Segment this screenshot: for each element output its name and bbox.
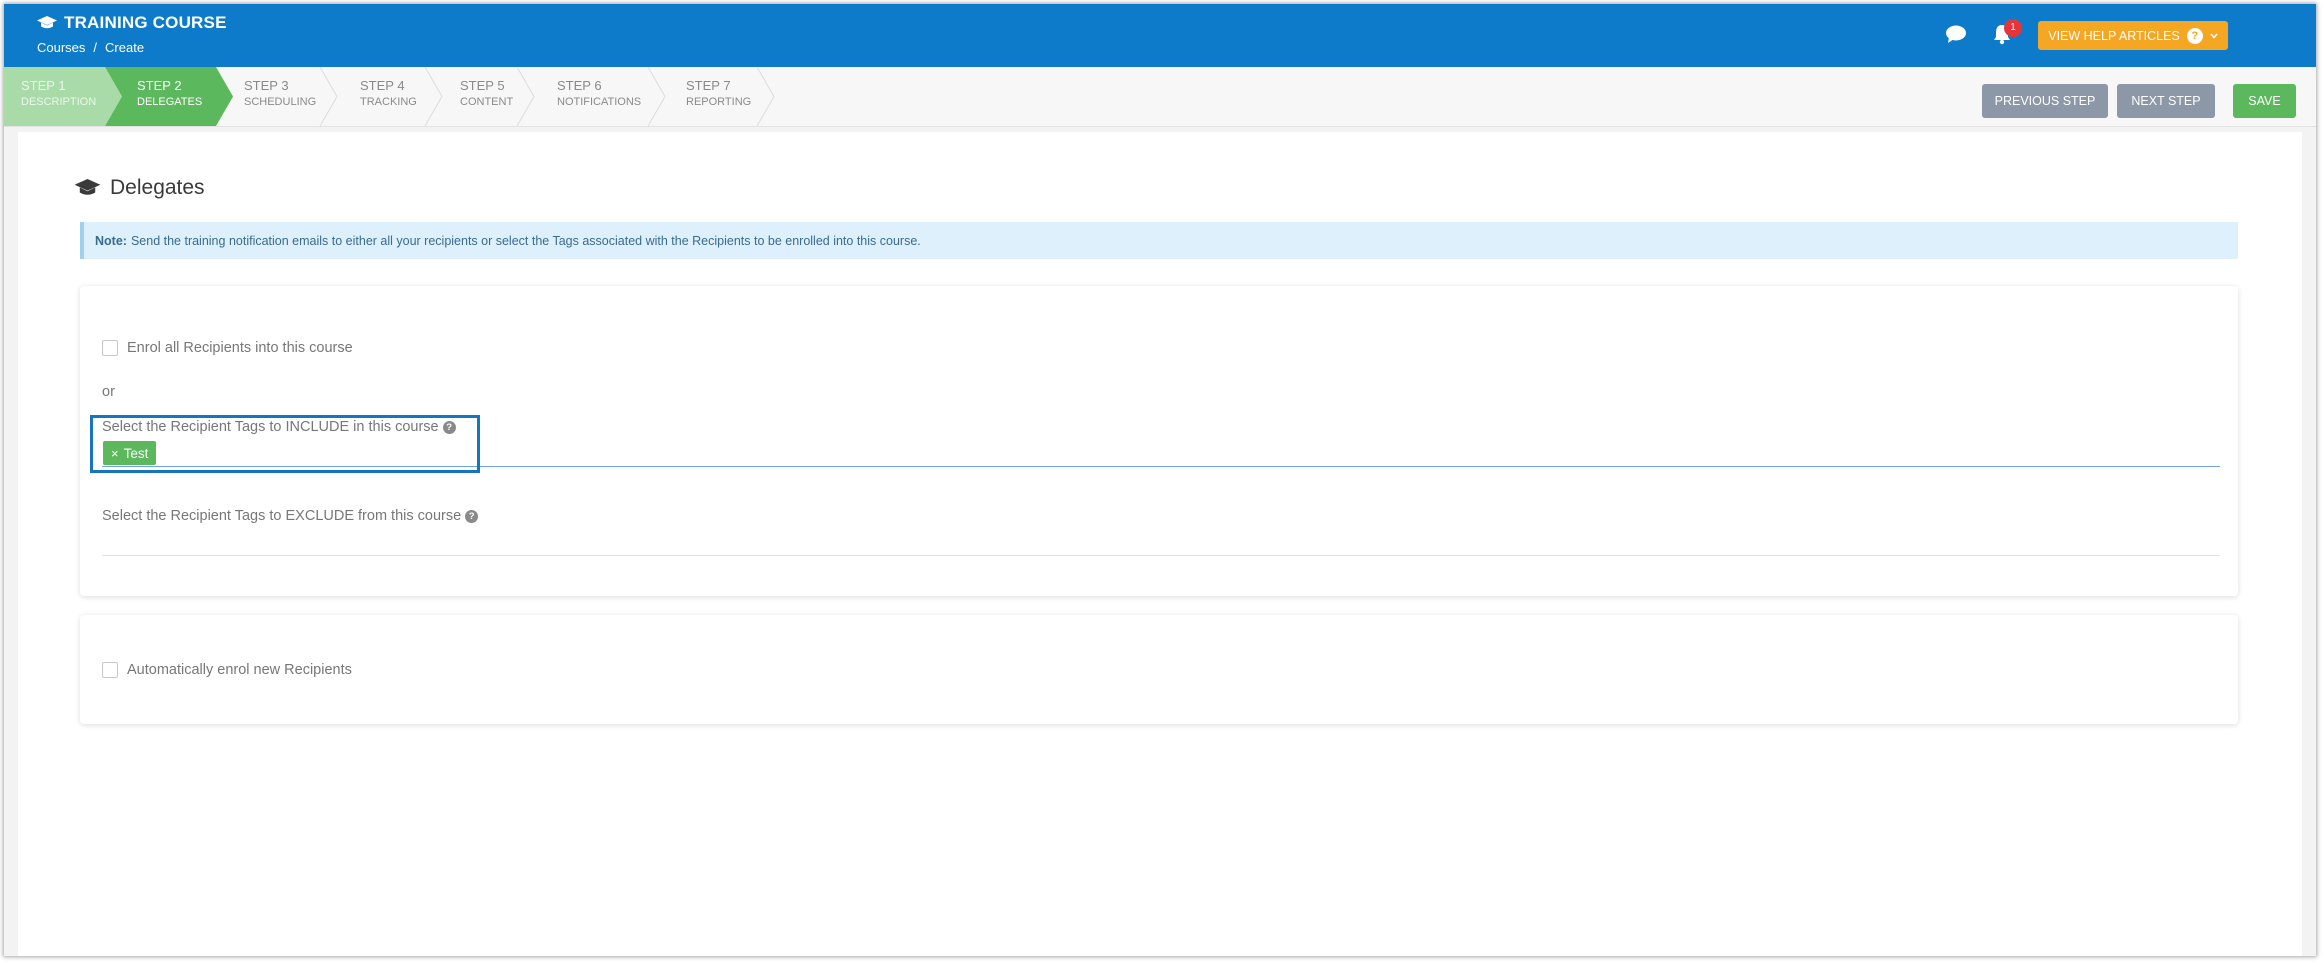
- step-number: STEP 3: [244, 78, 289, 93]
- step-6-notifications[interactable]: STEP 6 NOTIFICATIONS: [557, 77, 641, 111]
- graduation-cap-icon: [37, 16, 57, 29]
- auto-enrol-row[interactable]: Automatically enrol new Recipients: [102, 662, 352, 678]
- step-4-tracking[interactable]: STEP 4 TRACKING: [360, 77, 417, 111]
- step-number: STEP 4: [360, 78, 405, 93]
- step-label: DELEGATES: [137, 96, 203, 108]
- include-tags-label-row: Select the Recipient Tags to INCLUDE in …: [102, 419, 456, 435]
- tag-label: Test: [123, 445, 149, 461]
- graduation-cap-icon: [74, 179, 101, 195]
- enrol-all-checkbox[interactable]: [102, 340, 118, 356]
- exclude-tags-label: Select the Recipient Tags to EXCLUDE fro…: [102, 508, 462, 524]
- steps-bar: STEP 1 DESCRIPTION STEP 2 DELEGATES STEP…: [4, 67, 2316, 127]
- help-question-icon[interactable]: ?: [465, 509, 479, 523]
- step-1-description[interactable]: STEP 1 DESCRIPTION: [21, 77, 96, 111]
- enrol-all-label: Enrol all Recipients into this course: [127, 340, 353, 356]
- help-button-label: VIEW HELP ARTICLES: [2048, 28, 2180, 43]
- save-button[interactable]: SAVE: [2233, 84, 2296, 118]
- note-text: Send the training notification emails to…: [130, 233, 921, 248]
- step-label: NOTIFICATIONS: [557, 96, 642, 108]
- exclude-tags-label-row: Select the Recipient Tags to EXCLUDE fro…: [102, 508, 479, 524]
- step-7-reporting[interactable]: STEP 7 REPORTING: [686, 77, 751, 111]
- note-label: Note:: [95, 233, 127, 248]
- page-title-row: TRAINING COURSE: [37, 13, 227, 33]
- enrol-all-row[interactable]: Enrol all Recipients into this course: [102, 340, 353, 356]
- view-help-articles-button[interactable]: VIEW HELP ARTICLES ?: [2038, 21, 2228, 50]
- app-window: TRAINING COURSE Courses / Create 1 VIEW …: [4, 4, 2316, 956]
- exclude-tags-input[interactable]: [102, 555, 2220, 556]
- step-number: STEP 1: [21, 78, 66, 93]
- step-number: STEP 2: [137, 78, 182, 93]
- step-number: STEP 5: [460, 78, 505, 93]
- step-2-delegates[interactable]: STEP 2 DELEGATES: [137, 77, 202, 111]
- step-5-content[interactable]: STEP 5 CONTENT: [460, 77, 513, 111]
- chat-icon[interactable]: [1945, 24, 1967, 44]
- or-separator: or: [102, 384, 115, 400]
- page-title: TRAINING COURSE: [64, 13, 227, 32]
- step-3-scheduling[interactable]: STEP 3 SCHEDULING: [244, 77, 316, 111]
- step-label: SCHEDULING: [244, 96, 317, 108]
- main-content: Delegates Note: Send the training notifi…: [18, 132, 2302, 956]
- step-label: CONTENT: [460, 96, 514, 108]
- section-header: Delegates: [74, 176, 205, 200]
- notification-badge: 1: [2004, 19, 2022, 37]
- chevron-down-icon: [2210, 33, 2218, 39]
- include-tags-label: Select the Recipient Tags to INCLUDE in …: [102, 419, 439, 435]
- section-title: Delegates: [110, 176, 205, 199]
- question-icon: ?: [2186, 27, 2203, 44]
- breadcrumb: Courses / Create: [37, 40, 144, 55]
- step-label: DESCRIPTION: [21, 96, 97, 108]
- auto-enrol-panel: Automatically enrol new Recipients: [80, 615, 2238, 724]
- next-step-button[interactable]: NEXT STEP: [2117, 84, 2215, 118]
- help-question-icon[interactable]: ?: [442, 420, 456, 434]
- step-number: STEP 6: [557, 78, 602, 93]
- include-tag-chip[interactable]: × Test: [103, 441, 157, 465]
- auto-enrol-label: Automatically enrol new Recipients: [127, 662, 352, 678]
- auto-enrol-checkbox[interactable]: [102, 662, 118, 678]
- breadcrumb-courses-link[interactable]: Courses: [37, 40, 85, 55]
- step-number: STEP 7: [686, 78, 731, 93]
- recipient-selection-panel: Enrol all Recipients into this course or…: [80, 286, 2238, 596]
- step-label: TRACKING: [360, 96, 417, 108]
- step-label: REPORTING: [686, 96, 752, 108]
- include-tags-input[interactable]: [102, 466, 2220, 467]
- info-note: Note: Send the training notification ema…: [80, 222, 2238, 259]
- top-header: TRAINING COURSE Courses / Create 1 VIEW …: [4, 4, 2316, 67]
- remove-tag-icon[interactable]: ×: [111, 446, 119, 461]
- breadcrumb-separator: /: [93, 40, 98, 55]
- breadcrumb-current: Create: [105, 40, 145, 55]
- previous-step-button[interactable]: PREVIOUS STEP: [1982, 84, 2108, 118]
